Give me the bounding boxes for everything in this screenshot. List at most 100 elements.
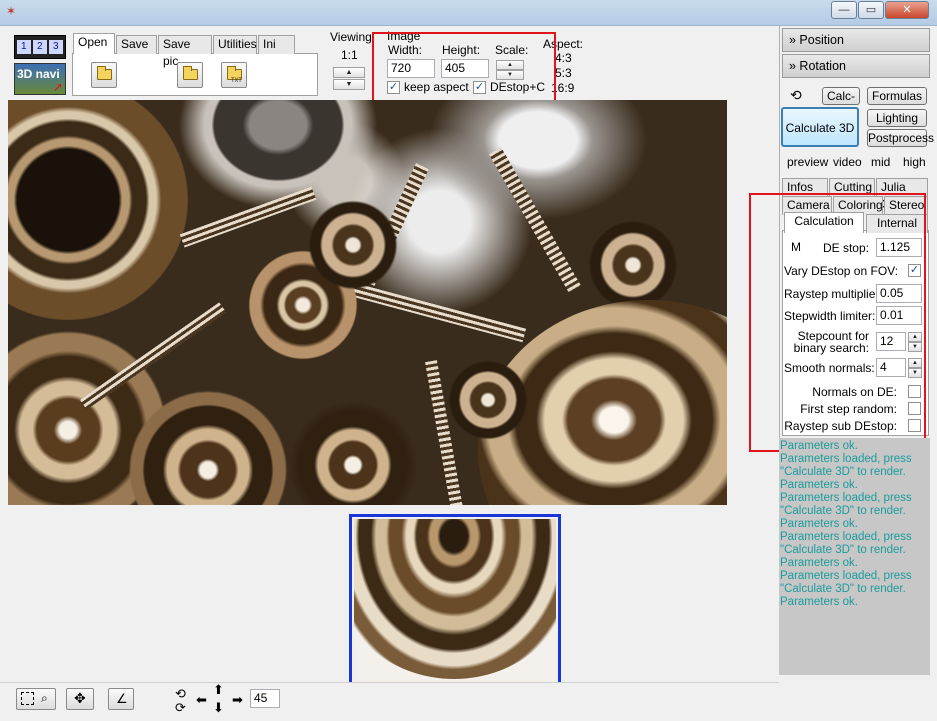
tab-stereo[interactable]: Stereo bbox=[884, 196, 928, 215]
position-header[interactable]: » Position bbox=[782, 28, 930, 52]
scale-label: Scale: bbox=[495, 43, 529, 57]
tab-ini[interactable]: Ini bbox=[258, 35, 295, 54]
folder-icon bbox=[97, 66, 112, 80]
log-line: Parameters loaded, press bbox=[780, 531, 912, 543]
viewing-title: Viewing bbox=[330, 30, 372, 44]
3d-navi-label: 3D navi bbox=[17, 67, 60, 81]
aspect-16-9[interactable]: 16:9 bbox=[551, 81, 574, 95]
title-bar: ✶ — ▭ ✕ bbox=[0, 0, 937, 26]
rotation-step-field[interactable]: 45 bbox=[250, 689, 280, 708]
keep-aspect-checkbox[interactable]: ✓ bbox=[387, 81, 400, 94]
zoom-select-button[interactable]: ⌕ bbox=[16, 688, 56, 710]
subtab-calculation[interactable]: Calculation bbox=[784, 212, 864, 233]
logo-num-2: 2 bbox=[37, 41, 43, 52]
arrow-down-icon[interactable]: ⬇ bbox=[213, 700, 224, 716]
log-line: "Calculate 3D" to render. bbox=[780, 544, 906, 556]
tab-open[interactable]: Open bbox=[73, 33, 115, 54]
width-field[interactable]: 720 bbox=[387, 59, 435, 78]
subtab-internal[interactable]: Internal bbox=[866, 214, 928, 233]
log-line: "Calculate 3D" to render. bbox=[780, 466, 906, 478]
minimize-button[interactable]: — bbox=[831, 1, 857, 19]
raystep-sub-destop-checkbox[interactable]: ✓ bbox=[908, 419, 921, 432]
smooth-down-button[interactable]: ▼ bbox=[908, 368, 922, 378]
stepcount-up-button[interactable]: ▲ bbox=[908, 332, 922, 342]
height-label: Height: bbox=[442, 43, 481, 57]
aspect-title: Aspect: bbox=[543, 37, 584, 51]
rotation-header[interactable]: » Rotation bbox=[782, 54, 930, 78]
render-view[interactable] bbox=[8, 100, 727, 505]
log-line: Parameters loaded, press bbox=[780, 570, 912, 582]
de-stop-label: DE stop: bbox=[822, 241, 869, 255]
folder-image-icon bbox=[183, 66, 198, 80]
move-button[interactable]: ✥ bbox=[66, 688, 94, 710]
open-parameters-button[interactable] bbox=[91, 62, 117, 88]
logo-num-1: 1 bbox=[21, 41, 27, 52]
arrow-left-icon[interactable]: ⬅ bbox=[196, 692, 207, 708]
logo-numbers[interactable]: 1 2 3 bbox=[14, 35, 66, 59]
rotate-cw-icon[interactable]: ⟳ bbox=[175, 700, 186, 716]
formulas-button[interactable]: Formulas bbox=[867, 87, 927, 105]
vary-destop-label: Vary DEstop on FOV: bbox=[784, 264, 899, 278]
undo-icon[interactable]: ⟲ bbox=[790, 87, 802, 104]
first-step-random-checkbox[interactable]: ✓ bbox=[908, 402, 921, 415]
arrow-up-icon[interactable]: ⬆ bbox=[213, 682, 224, 698]
open-txt-button[interactable]: TXT bbox=[221, 62, 247, 88]
viewing-ratio: 1:1 bbox=[341, 48, 358, 62]
tab-utilities[interactable]: Utilities bbox=[213, 35, 257, 54]
de-stop-field[interactable]: 1.125 bbox=[876, 238, 922, 257]
smooth-up-button[interactable]: ▲ bbox=[908, 358, 922, 368]
preview-thumbnail[interactable] bbox=[354, 519, 556, 685]
m-label: M bbox=[791, 240, 801, 254]
calc-minus-button[interactable]: Calc- bbox=[822, 87, 860, 105]
raystep-sub-destop-label: Raystep sub DEstop: bbox=[784, 419, 897, 433]
scale-down-button[interactable]: ▼ bbox=[496, 70, 524, 80]
postprocess-button[interactable]: Postprocess bbox=[867, 129, 934, 147]
arrow-right-icon[interactable]: ➡ bbox=[232, 692, 243, 708]
raystep-field[interactable]: 0.05 bbox=[876, 284, 922, 303]
tab-julia-on[interactable]: Julia On bbox=[876, 178, 928, 211]
height-field[interactable]: 405 bbox=[441, 59, 489, 78]
aspect-4-3[interactable]: 4:3 bbox=[555, 51, 572, 65]
quality-high[interactable]: high bbox=[903, 155, 926, 169]
quality-mid[interactable]: mid bbox=[871, 155, 890, 169]
navi-arrow-icon: ➚ bbox=[53, 80, 64, 94]
first-step-random-label: First step random: bbox=[800, 402, 897, 416]
log-line: Parameters ok. bbox=[780, 596, 858, 608]
vary-destop-checkbox[interactable]: ✓ bbox=[908, 264, 921, 277]
maximize-button[interactable]: ▭ bbox=[858, 1, 884, 19]
stepwidth-field[interactable]: 0.01 bbox=[876, 306, 922, 325]
move-icon: ✥ bbox=[74, 690, 86, 706]
angle-icon: ∠ bbox=[116, 691, 128, 706]
smooth-normals-field[interactable]: 4 bbox=[876, 358, 906, 377]
quality-preview[interactable]: preview bbox=[787, 155, 828, 169]
3d-navi-button[interactable]: 3D navi ➚ bbox=[14, 63, 66, 95]
scale-up-button[interactable]: ▲ bbox=[496, 60, 524, 70]
tab-infos[interactable]: Infos bbox=[782, 178, 828, 197]
tab-save[interactable]: Save bbox=[116, 35, 157, 54]
open-image-button[interactable] bbox=[177, 62, 203, 88]
aspect-5-3[interactable]: 5:3 bbox=[555, 66, 572, 80]
txt-badge: TXT bbox=[231, 77, 242, 84]
lighting-button[interactable]: Lighting bbox=[867, 109, 927, 127]
normals-on-de-label: Normals on DE: bbox=[812, 385, 897, 399]
calculate-3d-button[interactable]: Calculate 3D bbox=[781, 107, 859, 147]
log-line: Parameters ok. bbox=[780, 479, 858, 491]
smooth-normals-label: Smooth normals: bbox=[784, 361, 875, 375]
viewing-up-button[interactable]: ▲ bbox=[333, 67, 365, 78]
stepcount-field[interactable]: 12 bbox=[876, 332, 906, 351]
stepwidth-label: Stepwidth limiter: bbox=[784, 309, 876, 323]
close-button[interactable]: ✕ bbox=[885, 1, 929, 19]
width-label: Width: bbox=[388, 43, 423, 57]
tab-cutting[interactable]: Cutting bbox=[829, 178, 875, 197]
raystep-label: Raystep multiplier: bbox=[784, 287, 883, 301]
stepcount-down-button[interactable]: ▼ bbox=[908, 342, 922, 352]
fov-button[interactable]: ∠ bbox=[108, 688, 134, 710]
normals-on-de-checkbox[interactable]: ✓ bbox=[908, 385, 921, 398]
tab-save-pic[interactable]: Save pic bbox=[158, 35, 212, 68]
log-line: "Calculate 3D" to render. bbox=[780, 583, 906, 595]
log-line: Parameters ok. bbox=[780, 440, 858, 452]
viewing-down-button[interactable]: ▼ bbox=[333, 79, 365, 90]
quality-video[interactable]: video bbox=[833, 155, 862, 169]
log-line: "Calculate 3D" to render. bbox=[780, 505, 906, 517]
destop-c-checkbox[interactable]: ✓ bbox=[473, 81, 486, 94]
